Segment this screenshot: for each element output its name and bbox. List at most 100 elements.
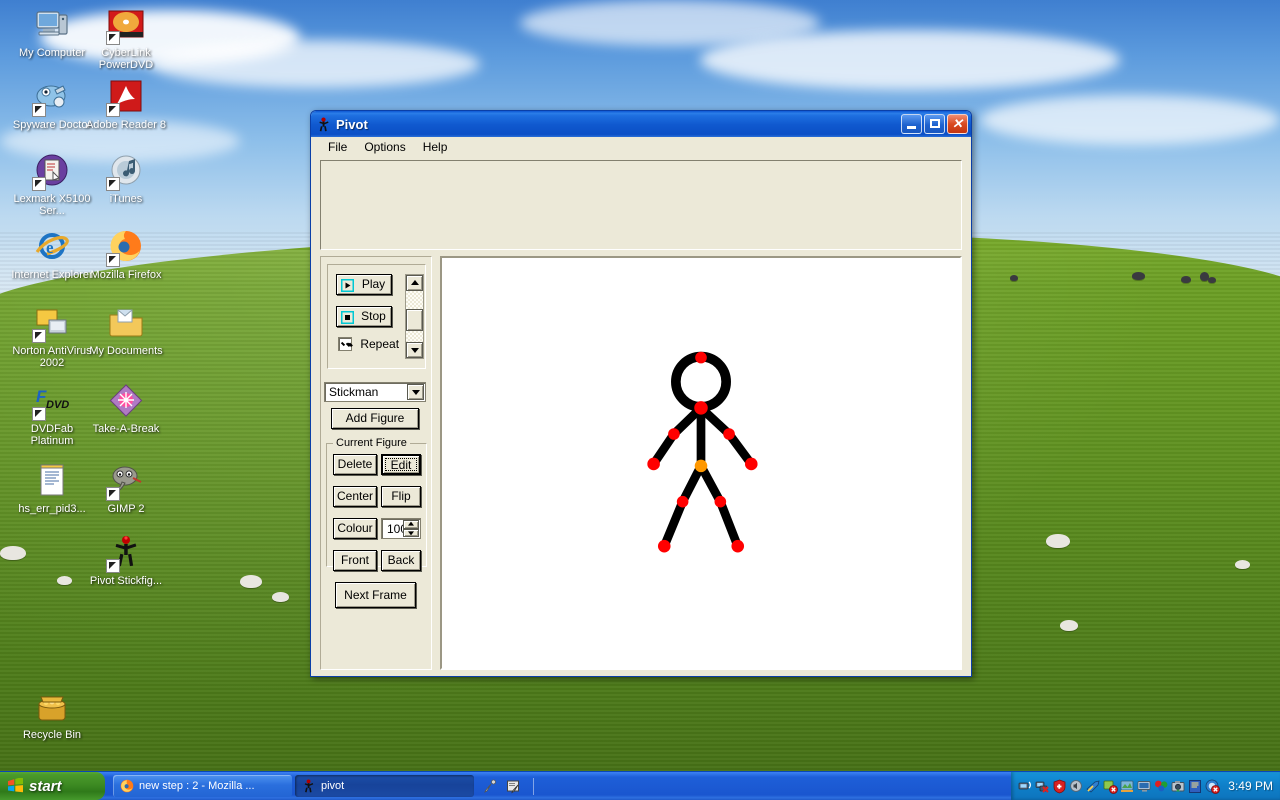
adobe-reader-icon (106, 78, 145, 117)
taskbar-clock[interactable]: 3:49 PM (1228, 779, 1273, 793)
balloons-icon[interactable] (1154, 779, 1169, 794)
shortcut-overlay-icon (106, 487, 120, 501)
menu-help[interactable]: Help (416, 138, 455, 156)
window-title: Pivot (336, 116, 368, 132)
shortcut-overlay-icon (106, 177, 120, 191)
shortcut-overlay-icon (106, 31, 120, 45)
edit-button[interactable]: Edit (381, 454, 421, 475)
microphone-icon[interactable] (483, 779, 498, 794)
shortcut-overlay-icon (106, 103, 120, 117)
scrollbar-thumb[interactable] (406, 309, 423, 331)
quick-launch-divider (533, 777, 534, 795)
my-computer-icon (33, 6, 71, 44)
quick-launch-area[interactable] (474, 777, 547, 795)
figure-select-value: Stickman (329, 385, 379, 399)
chevron-down-icon (408, 531, 414, 536)
volume-icon[interactable] (1069, 779, 1084, 794)
pivot-stickfigure-icon (106, 534, 145, 573)
cloud (150, 40, 480, 88)
taskbar-item-label: pivot (321, 780, 345, 792)
itunes-icon (106, 152, 145, 191)
desktop-icon-mozilla-firefox[interactable]: Mozilla Firefox (82, 228, 170, 281)
repeat-checkbox-row[interactable]: Repeat (338, 336, 399, 351)
security-shield-icon[interactable] (1052, 779, 1067, 794)
menu-options[interactable]: Options (357, 138, 412, 156)
network-disconnected-icon[interactable] (1035, 779, 1050, 794)
cloud (980, 95, 1280, 145)
display-icon[interactable] (1137, 779, 1152, 794)
flip-button[interactable]: Flip (381, 486, 421, 507)
antivirus-icon[interactable] (1103, 779, 1119, 794)
edit-label: Edit (390, 458, 412, 472)
colour-button[interactable]: Colour (333, 518, 377, 539)
taskbar-tasks: new step : 2 - Mozilla ... pivot (113, 775, 474, 797)
tablet-pen-icon[interactable] (506, 779, 521, 794)
desktop-icon-adobe-reader-8[interactable]: Adobe Reader 8 (82, 78, 170, 131)
desktop-icon-my-documents[interactable]: My Documents (82, 304, 170, 357)
animation-canvas[interactable] (440, 256, 962, 670)
pivot-window[interactable]: Pivot ✕ File Options Help Play Stop Repe… (310, 110, 972, 677)
center-button[interactable]: Center (333, 486, 377, 507)
sheep (240, 575, 262, 588)
system-tray[interactable]: 3:49 PM (1011, 772, 1280, 800)
animation-group: Play Stop Repeat (327, 264, 426, 369)
desktop-icon-itunes[interactable]: iTunes (82, 152, 170, 205)
camera-icon[interactable] (1171, 779, 1186, 794)
desktop-icon-pivot-stickfig[interactable]: Pivot Stickfig... (82, 534, 170, 587)
taskbar-item-firefox[interactable]: new step : 2 - Mozilla ... (113, 775, 292, 797)
menu-bar[interactable]: File Options Help (311, 137, 971, 156)
minimize-button[interactable] (901, 114, 922, 134)
desktop-icon-take-a-break[interactable]: Take-A-Break (82, 382, 170, 435)
play-button[interactable]: Play (336, 274, 392, 295)
figure-select[interactable]: Stickman (324, 382, 426, 402)
add-figure-button[interactable]: Add Figure (331, 408, 419, 429)
hip-joint[interactable] (694, 459, 708, 473)
figure-select-arrow-button[interactable] (407, 384, 424, 400)
desktop-icon-label: Take-A-Break (92, 423, 160, 435)
sheep (0, 546, 26, 560)
desktop-icon-label: Mozilla Firefox (90, 269, 162, 281)
start-button[interactable]: start (0, 772, 105, 800)
current-figure-legend: Current Figure (333, 437, 410, 449)
scroll-down-button[interactable] (406, 342, 423, 358)
taskbar-item-pivot[interactable]: pivot (295, 775, 474, 797)
frames-strip[interactable] (320, 160, 962, 250)
desktop-icon-label: Adobe Reader 8 (85, 119, 167, 131)
network-icon[interactable] (1018, 779, 1033, 794)
notes-icon[interactable] (1188, 779, 1203, 794)
taskbar[interactable]: start new step : 2 - Mozilla ... pivot 3… (0, 771, 1280, 800)
play-label: Play (361, 277, 386, 291)
animation-speed-scrollbar[interactable] (405, 274, 424, 359)
firefox-icon (106, 228, 145, 267)
front-button[interactable]: Front (333, 550, 377, 571)
sheep (1181, 276, 1191, 283)
sheep (1060, 620, 1078, 631)
stop-button[interactable]: Stop (336, 306, 392, 327)
desktop-icon-label: Pivot Stickfig... (89, 575, 163, 587)
maximize-button[interactable] (924, 114, 945, 134)
repeat-checkbox[interactable] (338, 336, 352, 351)
next-frame-button[interactable]: Next Frame (335, 582, 416, 608)
desktop-icon-cyberlink-powerdvd[interactable]: CyberLink PowerDVD (82, 6, 170, 71)
close-button[interactable]: ✕ (947, 114, 968, 134)
shortcut-overlay-icon (32, 177, 46, 191)
shortcut-overlay-icon (32, 407, 46, 421)
menu-file[interactable]: File (321, 138, 354, 156)
stickman-figure[interactable] (442, 258, 960, 668)
back-button[interactable]: Back (381, 550, 421, 571)
desktop-icon-gimp-2[interactable]: GIMP 2 (82, 462, 170, 515)
sheep (1010, 275, 1018, 281)
spinner-up-button[interactable] (403, 520, 419, 529)
desktop-icon-recycle-bin[interactable]: Recycle Bin (8, 688, 96, 741)
figure-size-spinner[interactable]: 100 (381, 518, 421, 539)
desktop-icon-label: iTunes (109, 193, 143, 205)
messenger-icon[interactable] (1205, 779, 1221, 794)
window-titlebar[interactable]: Pivot ✕ (311, 111, 971, 137)
control-panel: Play Stop Repeat Stickman Add Figure Cur… (320, 256, 432, 670)
spinner-down-button[interactable] (403, 528, 419, 537)
shortcut-overlay-icon (32, 329, 46, 343)
delete-button[interactable]: Delete (333, 454, 377, 475)
scroll-up-button[interactable] (406, 275, 423, 291)
swordfish-icon[interactable] (1086, 779, 1101, 794)
updates-icon[interactable] (1120, 779, 1135, 794)
